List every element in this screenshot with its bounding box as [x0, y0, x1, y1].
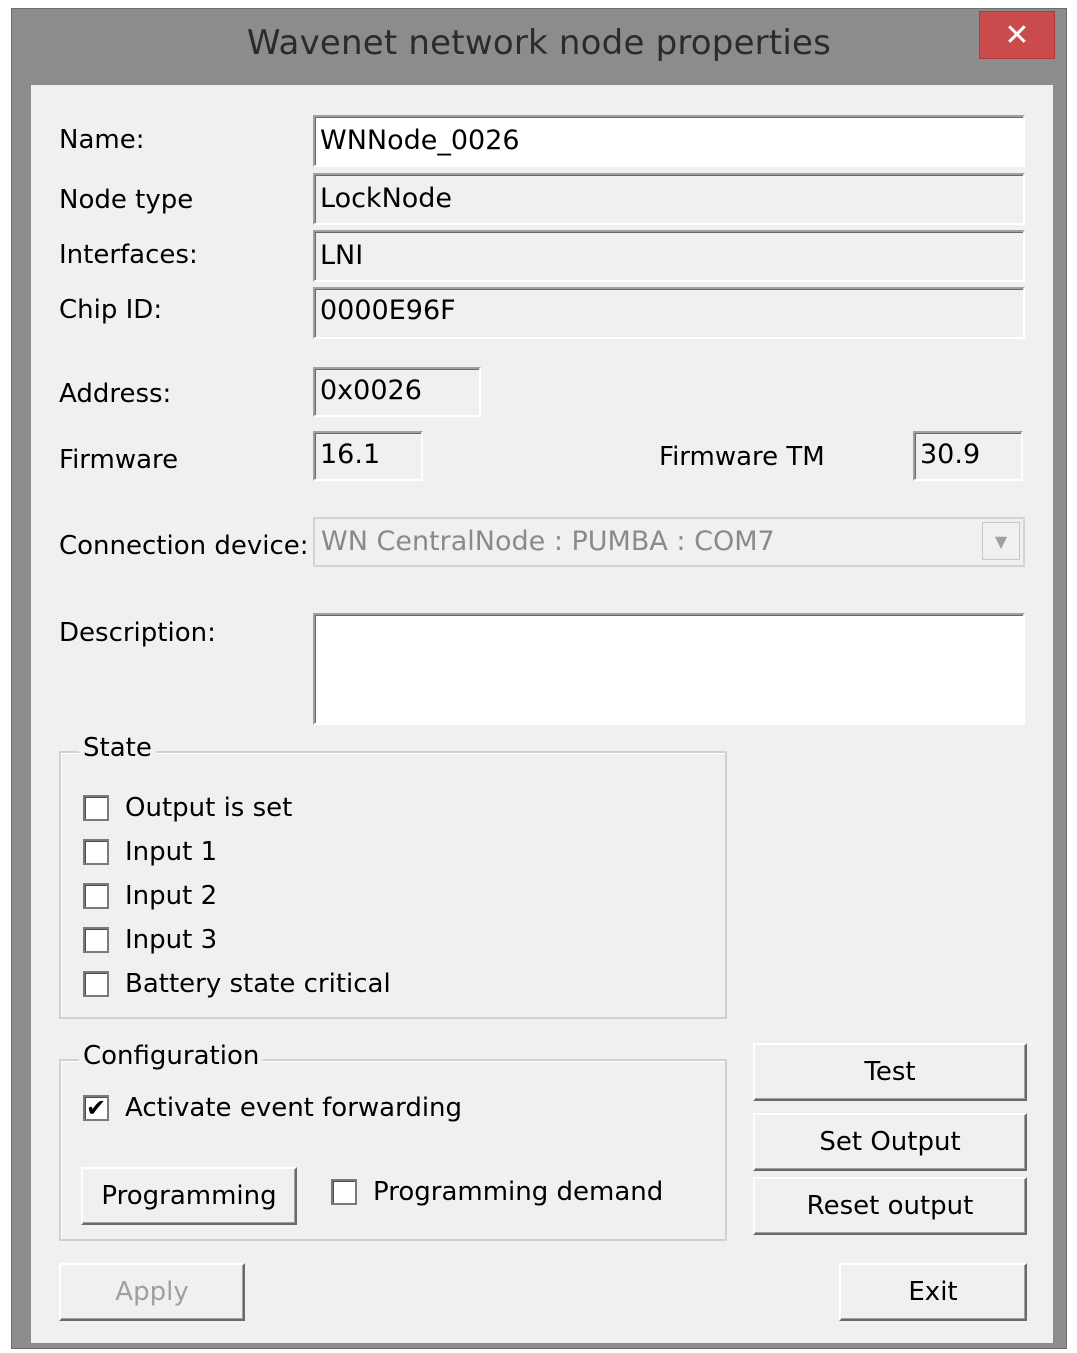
test-button[interactable]: Test: [753, 1043, 1027, 1101]
chip-id-field: 0000E96F: [313, 287, 1025, 339]
checkbox-label: Input 2: [125, 881, 218, 911]
checkbox-activate-event-forwarding[interactable]: ✔ Activate event forwarding: [83, 1091, 462, 1125]
programming-button[interactable]: Programming: [81, 1167, 297, 1225]
checkbox-box[interactable]: [331, 1179, 357, 1205]
checkbox-box[interactable]: [83, 927, 109, 953]
checkbox-input-3[interactable]: Input 3: [83, 923, 217, 957]
checkbox-battery-state-critical[interactable]: Battery state critical: [83, 967, 391, 1001]
firmware-tm-label: Firmware TM: [659, 442, 825, 472]
dialog-window: Wavenet network node properties ✕ Name: …: [11, 8, 1067, 1349]
window-title: Wavenet network node properties: [246, 23, 832, 63]
checkbox-box[interactable]: [83, 883, 109, 909]
reset-output-button[interactable]: Reset output: [753, 1177, 1027, 1235]
interfaces-label: Interfaces:: [59, 240, 198, 270]
description-label: Description:: [59, 618, 216, 648]
connection-device-select: WN CentralNode : PUMBA : COM7 ▼: [313, 517, 1025, 567]
checkbox-label: Input 3: [125, 925, 218, 955]
name-label: Name:: [59, 125, 145, 155]
checkbox-label: Input 1: [125, 837, 218, 867]
set-output-button[interactable]: Set Output: [753, 1113, 1027, 1171]
checkbox-label: Programming demand: [373, 1177, 664, 1207]
name-field[interactable]: WNNode_0026: [313, 115, 1025, 167]
interfaces-field: LNI: [313, 230, 1025, 282]
connection-device-value: WN CentralNode : PUMBA : COM7: [321, 526, 775, 557]
checkbox-input-2[interactable]: Input 2: [83, 879, 217, 913]
firmware-field: 16.1: [313, 431, 423, 481]
checkbox-label: Activate event forwarding: [125, 1093, 463, 1123]
checkbox-label: Battery state critical: [125, 969, 391, 999]
state-group-title: State: [79, 733, 156, 763]
checkbox-programming-demand[interactable]: Programming demand: [331, 1175, 663, 1209]
chip-id-label: Chip ID:: [59, 295, 163, 325]
checkbox-box[interactable]: [83, 795, 109, 821]
title-bar[interactable]: Wavenet network node properties ✕: [12, 9, 1066, 85]
checkbox-box[interactable]: [83, 839, 109, 865]
exit-button[interactable]: Exit: [839, 1263, 1027, 1321]
firmware-tm-field: 30.9: [913, 431, 1023, 481]
connection-device-label: Connection device:: [59, 531, 309, 561]
checkmark-icon: ✔: [85, 1094, 107, 1122]
node-type-label: Node type: [59, 185, 194, 215]
apply-button[interactable]: Apply: [59, 1263, 245, 1321]
checkbox-output-is-set[interactable]: Output is set: [83, 791, 292, 825]
close-icon: ✕: [1004, 18, 1030, 53]
node-type-field: LockNode: [313, 173, 1025, 225]
checkbox-box[interactable]: [83, 971, 109, 997]
address-field: 0x0026: [313, 367, 481, 417]
chevron-down-icon: ▼: [982, 522, 1020, 560]
state-group: State Output is set Input 1 Input 2 Inpu…: [59, 733, 727, 1019]
close-button[interactable]: ✕: [979, 11, 1055, 59]
dialog-body: Name: WNNode_0026 Node type LockNode Int…: [31, 85, 1053, 1343]
checkbox-box[interactable]: ✔: [83, 1095, 109, 1121]
checkbox-label: Output is set: [125, 793, 293, 823]
description-field[interactable]: [313, 613, 1025, 725]
configuration-group: Configuration ✔ Activate event forwardin…: [59, 1041, 727, 1241]
checkbox-input-1[interactable]: Input 1: [83, 835, 217, 869]
configuration-group-title: Configuration: [79, 1041, 264, 1071]
address-label: Address:: [59, 379, 172, 409]
firmware-label: Firmware: [59, 445, 179, 475]
